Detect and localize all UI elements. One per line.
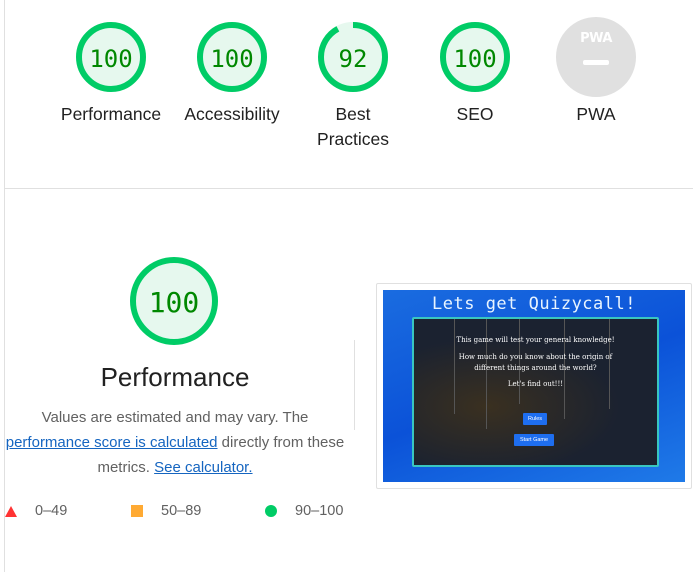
performance-description: Values are estimated and may vary. The p… xyxy=(0,405,350,480)
gauge-ring: 100 xyxy=(75,21,147,93)
legend-fail: 0–49 xyxy=(5,503,67,519)
legend-average: 50–89 xyxy=(131,503,201,519)
pass-circle-icon xyxy=(265,505,277,518)
gauge-label: Performance xyxy=(60,104,162,124)
performance-title: Performance xyxy=(100,362,250,392)
gauge-score: 100 xyxy=(453,45,497,73)
desc-prefix: Values are estimated and may vary. The xyxy=(41,409,309,426)
gauge-accessibility[interactable]: 100 Accessibility xyxy=(172,21,292,127)
pwa-badge: PWA xyxy=(556,17,636,97)
final-screenshot[interactable]: Lets get Quizycall! This game will test … xyxy=(376,283,692,489)
score-calculated-link[interactable]: performance score is calculated xyxy=(6,434,218,451)
gauge-label: Accessibility xyxy=(184,104,280,124)
pwa-dash-icon xyxy=(583,60,609,65)
gauge-performance[interactable]: 100 Performance xyxy=(51,21,171,127)
legend-pass: 90–100 xyxy=(265,503,343,519)
legend-average-label: 50–89 xyxy=(161,503,202,519)
screenshot-line: Let's find out!!! xyxy=(507,380,564,388)
gauge-label: SEO xyxy=(456,104,494,124)
performance-gauge: 100 xyxy=(128,255,220,347)
screenshot-line: How much do you know about the origin of xyxy=(458,353,613,361)
fail-triangle-icon xyxy=(5,505,17,517)
gauge-seo[interactable]: 100 SEO xyxy=(415,21,535,127)
gauge-pwa[interactable]: PWA PWA xyxy=(536,17,656,127)
gauge-score: 100 xyxy=(89,45,133,73)
rules-button: Rules xyxy=(523,413,547,425)
left-border xyxy=(4,0,5,572)
gauge-label: Best Practices xyxy=(317,104,389,149)
average-square-icon xyxy=(131,505,143,518)
screenshot-line: different things around the world? xyxy=(474,364,597,372)
gauge-ring: 100 xyxy=(196,21,268,93)
vertical-divider xyxy=(354,340,355,430)
gauge-ring: 92 xyxy=(317,21,389,93)
section-divider xyxy=(4,188,693,189)
see-calculator-link[interactable]: See calculator. xyxy=(154,459,252,476)
start-game-button: Start Game xyxy=(514,434,554,446)
gauge-best-practices[interactable]: 92 Best Practices xyxy=(293,21,413,152)
gauge-score: 92 xyxy=(338,45,368,73)
gauge-score: 100 xyxy=(210,45,254,73)
gauge-label: PWA xyxy=(576,104,616,124)
pwa-logo-icon: PWA xyxy=(580,31,612,46)
performance-score: 100 xyxy=(148,286,200,319)
screenshot-image: Lets get Quizycall! This game will test … xyxy=(383,290,685,482)
screenshot-title: Lets get Quizycall! xyxy=(432,294,636,314)
gauge-ring: 100 xyxy=(439,21,511,93)
screenshot-line: This game will test your general knowled… xyxy=(456,336,615,344)
legend-fail-label: 0–49 xyxy=(35,503,68,519)
bulb-wire-icon xyxy=(519,319,520,404)
screenshot-card: This game will test your general knowled… xyxy=(412,317,659,467)
legend-pass-label: 90–100 xyxy=(295,503,344,519)
